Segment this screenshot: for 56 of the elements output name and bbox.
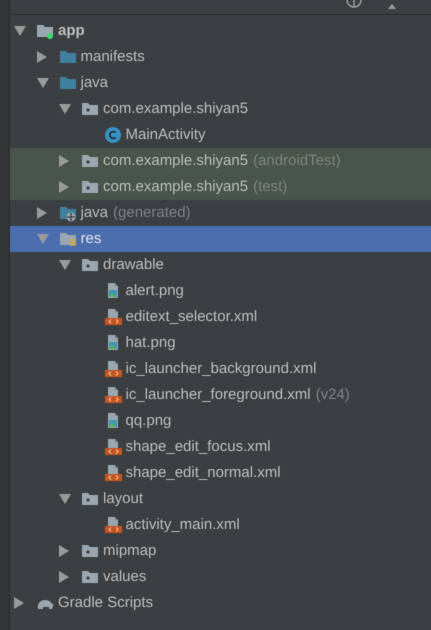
package-folder-icon bbox=[81, 568, 99, 586]
tree-item[interactable]: editext_selector.xml bbox=[10, 304, 431, 330]
globe-icon[interactable] bbox=[346, 0, 362, 8]
expanded-arrow-icon[interactable] bbox=[14, 26, 26, 36]
tree-item[interactable]: ic_launcher_background.xml bbox=[10, 356, 431, 382]
tree-item[interactable]: manifests bbox=[10, 44, 431, 70]
collapsed-arrow-icon[interactable] bbox=[59, 571, 69, 583]
tree-item[interactable]: Gradle Scripts bbox=[10, 590, 431, 616]
xml-file-icon bbox=[104, 360, 122, 378]
expanded-arrow-icon[interactable] bbox=[59, 260, 71, 270]
collapse-icon[interactable] bbox=[388, 3, 396, 9]
package-folder-icon bbox=[81, 256, 99, 274]
tree-item[interactable]: activity_main.xml bbox=[10, 512, 431, 538]
collapsed-arrow-icon[interactable] bbox=[36, 207, 46, 219]
tree-item[interactable]: shape_edit_focus.xml bbox=[10, 434, 431, 460]
tree-item[interactable]: app bbox=[10, 18, 431, 44]
collapsed-arrow-icon[interactable] bbox=[59, 181, 69, 193]
tree-item[interactable]: shape_edit_normal.xml bbox=[10, 460, 431, 486]
package-folder-icon bbox=[81, 100, 99, 118]
collapsed-arrow-icon[interactable] bbox=[36, 51, 46, 63]
tree-item[interactable]: mipmap bbox=[10, 538, 431, 564]
collapsed-arrow-icon[interactable] bbox=[59, 155, 69, 167]
generated-folder-icon bbox=[58, 204, 76, 222]
tree-item[interactable]: com.example.shiyan5 bbox=[10, 96, 431, 122]
tree-item[interactable]: com.example.shiyan5 (test) bbox=[10, 174, 431, 200]
resource-folder-icon bbox=[58, 230, 76, 248]
folder-icon bbox=[58, 48, 76, 66]
module-folder-icon bbox=[36, 22, 54, 40]
package-folder-icon bbox=[81, 178, 99, 196]
tree-item[interactable]: MainActivity bbox=[10, 122, 431, 148]
xml-file-icon bbox=[104, 464, 122, 482]
tree-item[interactable]: alert.png bbox=[10, 278, 431, 304]
folder-icon bbox=[58, 74, 76, 92]
expanded-arrow-icon[interactable] bbox=[36, 78, 48, 88]
expanded-arrow-icon[interactable] bbox=[59, 494, 71, 504]
xml-file-icon bbox=[104, 386, 122, 404]
collapsed-arrow-icon[interactable] bbox=[14, 597, 24, 609]
tree-item[interactable]: res bbox=[10, 226, 431, 252]
package-folder-icon bbox=[81, 152, 99, 170]
class-icon bbox=[104, 126, 122, 144]
tree-item[interactable]: java bbox=[10, 70, 431, 96]
xml-file-icon bbox=[104, 308, 122, 326]
tree-item[interactable]: hat.png bbox=[10, 330, 431, 356]
tree-item[interactable]: drawable bbox=[10, 252, 431, 278]
xml-file-icon bbox=[104, 438, 122, 456]
tree-item[interactable]: layout bbox=[10, 486, 431, 512]
package-folder-icon bbox=[81, 542, 99, 560]
xml-file-icon bbox=[104, 516, 122, 534]
expanded-arrow-icon[interactable] bbox=[59, 104, 71, 114]
tree-item[interactable]: ic_launcher_foreground.xml (v24) bbox=[10, 382, 431, 408]
collapsed-arrow-icon[interactable] bbox=[59, 545, 69, 557]
tree-item[interactable]: com.example.shiyan5 (androidTest) bbox=[10, 148, 431, 174]
tree-item[interactable]: java (generated) bbox=[10, 200, 431, 226]
tree-item[interactable]: values bbox=[10, 564, 431, 590]
tree-item[interactable]: qq.png bbox=[10, 408, 431, 434]
package-folder-icon bbox=[81, 490, 99, 508]
